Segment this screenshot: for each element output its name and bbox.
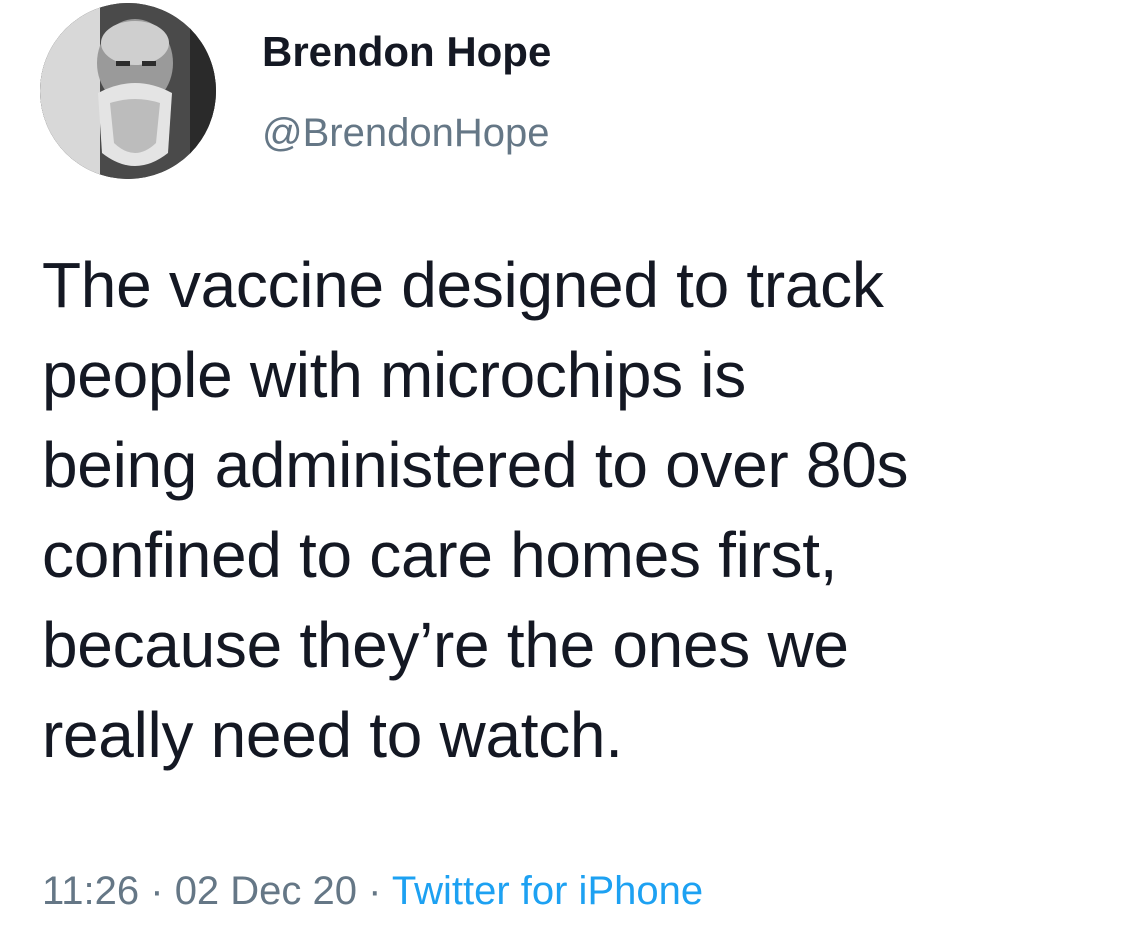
tweet-time[interactable]: 11:26: [42, 869, 139, 913]
tweet-metadata: 11:26 · 02 Dec 20 · Twitter for iPhone: [42, 866, 703, 916]
tweet-text-line: The vaccine designed to track: [42, 249, 884, 321]
tweet-date[interactable]: 02 Dec 20: [175, 869, 357, 913]
avatar-photo: [40, 3, 216, 179]
tweet-source-link[interactable]: Twitter for iPhone: [392, 869, 703, 913]
meta-separator: ·: [357, 869, 392, 913]
meta-separator: ·: [139, 869, 175, 913]
tweet-text-line: people with microchips is: [42, 339, 746, 411]
tweet-text-line: being administered to over 80s: [42, 429, 909, 501]
tweet-text: The vaccine designed to track people wit…: [42, 240, 1124, 780]
tweet-card: Brendon Hope @BrendonHope The vaccine de…: [0, 0, 1124, 925]
tweet-text-line: because they’re the ones we: [42, 609, 849, 681]
tweet-text-line: confined to care homes first,: [42, 519, 838, 591]
author-handle[interactable]: @BrendonHope: [262, 108, 549, 158]
author-display-name[interactable]: Brendon Hope: [262, 26, 551, 78]
avatar[interactable]: [40, 3, 216, 179]
tweet-text-line: really need to watch.: [42, 699, 623, 771]
